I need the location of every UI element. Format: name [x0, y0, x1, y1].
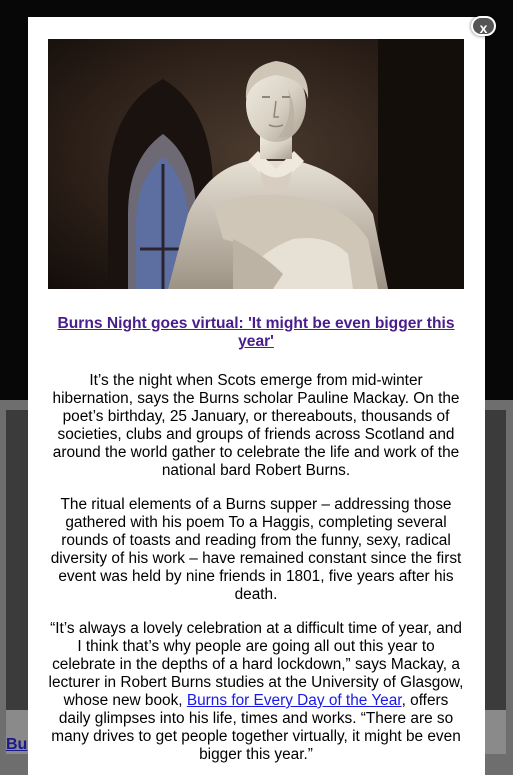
article-paragraph-3: “It’s always a lovely celebration at a d… — [48, 620, 464, 764]
book-link[interactable]: Burns for Every Day of the Year — [187, 692, 402, 709]
close-button[interactable]: x — [471, 16, 496, 36]
background-article-link[interactable]: Bu — [6, 736, 27, 754]
article-headline-link[interactable]: Burns Night goes virtual: 'It might be e… — [48, 315, 464, 351]
hero-image-robert-burns-statue — [48, 39, 464, 289]
article-paragraph-2: The ritual elements of a Burns supper – … — [50, 496, 462, 603]
article-body: Burns Night goes virtual: 'It might be e… — [48, 315, 464, 775]
page: Bu Burns Night goes virtual: 'It might b… — [0, 0, 513, 775]
article-modal: Burns Night goes virtual: 'It might be e… — [28, 17, 485, 775]
article-paragraph-1: It’s the night when Scots emerge from mi… — [52, 372, 460, 479]
